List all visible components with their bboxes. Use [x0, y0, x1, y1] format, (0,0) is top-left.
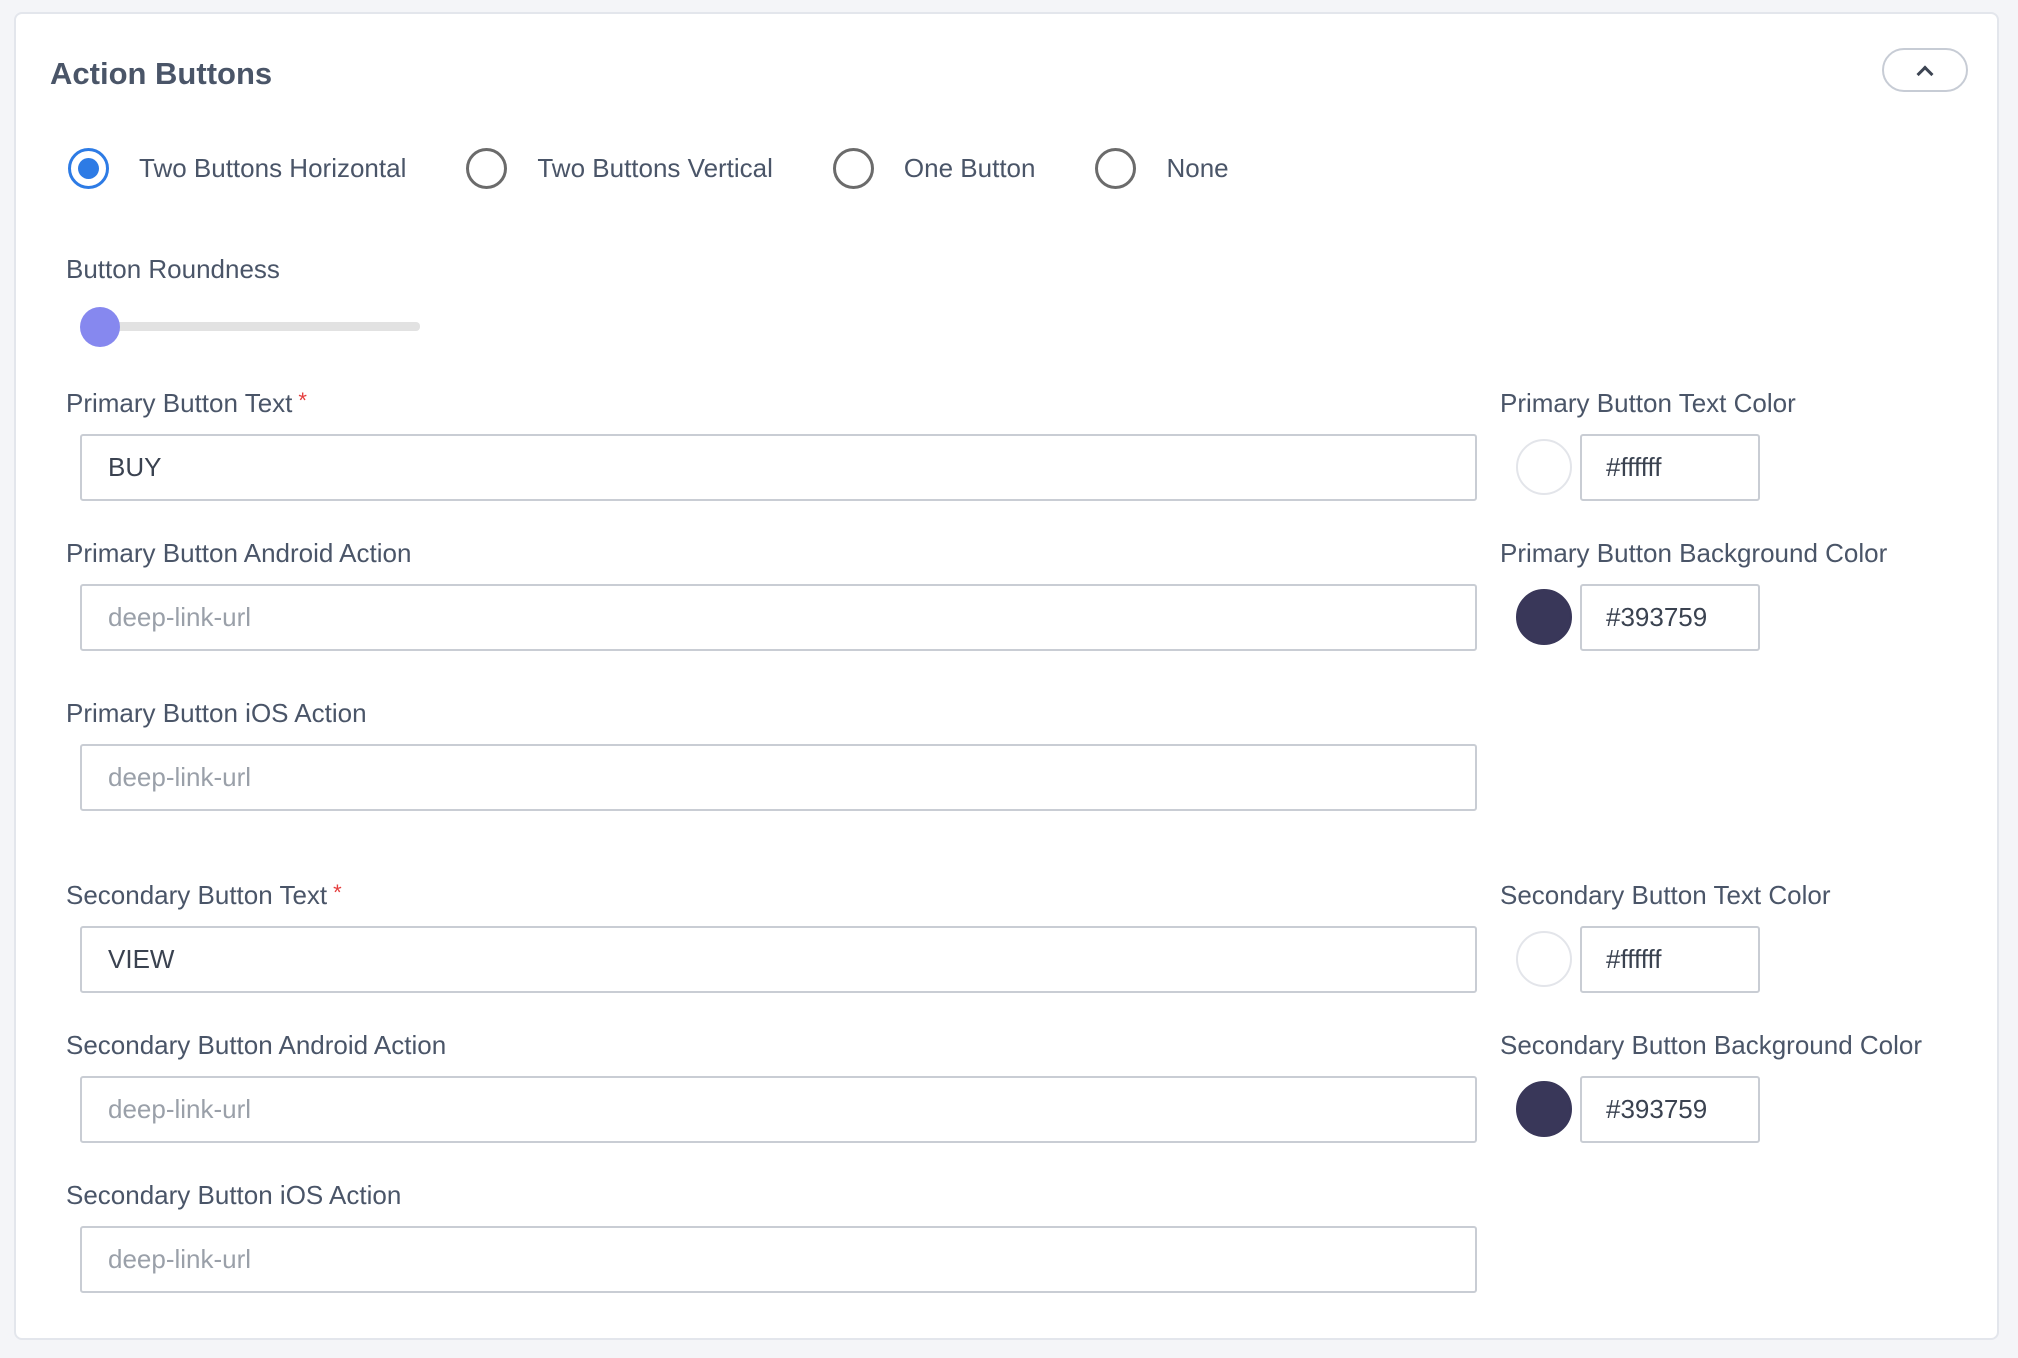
radio-circle[interactable] — [832, 147, 874, 189]
action-buttons-panel: Action Buttons Two Buttons Horizontal Tw… — [14, 12, 1999, 1340]
required-mark: * — [298, 388, 307, 413]
primary-text-input[interactable] — [80, 434, 1477, 501]
roundness-slider-track[interactable] — [96, 322, 420, 331]
radio-circle[interactable] — [1095, 147, 1137, 189]
primary-bg-color-swatch[interactable] — [1516, 589, 1572, 645]
secondary-bg-color-input[interactable] — [1580, 1076, 1760, 1143]
primary-text-color-swatch[interactable] — [1516, 439, 1572, 495]
chevron-up-icon — [1916, 65, 1934, 82]
primary-android-input[interactable] — [80, 584, 1477, 651]
required-mark: * — [333, 880, 342, 905]
secondary-android-input[interactable] — [80, 1076, 1477, 1143]
radio-label: One Button — [903, 152, 1036, 183]
secondary-text-input[interactable] — [80, 926, 1477, 993]
secondary-ios-input[interactable] — [80, 1226, 1477, 1293]
primary-ios-input[interactable] — [80, 744, 1477, 811]
radio-label: Two Buttons Vertical — [537, 152, 773, 183]
primary-text-color-label: Primary Button Text Color — [1500, 388, 1796, 418]
roundness-label: Button Roundness — [66, 254, 280, 284]
panel-title: Action Buttons — [50, 56, 273, 91]
primary-text-color-input[interactable] — [1580, 434, 1760, 501]
secondary-text-color-input[interactable] — [1580, 926, 1760, 993]
secondary-android-label: Secondary Button Android Action — [66, 1030, 447, 1060]
secondary-ios-label: Secondary Button iOS Action — [66, 1180, 402, 1210]
primary-text-label-text: Primary Button Text — [66, 388, 293, 418]
secondary-bg-color-swatch[interactable] — [1516, 1081, 1572, 1137]
button-layout-radio-group: Two Buttons Horizontal Two Buttons Verti… — [68, 146, 1229, 190]
secondary-text-label: Secondary Button Text * — [66, 880, 342, 911]
primary-text-label: Primary Button Text * — [66, 388, 307, 419]
primary-bg-color-label: Primary Button Background Color — [1500, 538, 1888, 568]
primary-ios-label: Primary Button iOS Action — [66, 698, 367, 728]
radio-label: None — [1166, 152, 1229, 183]
primary-android-label: Primary Button Android Action — [66, 538, 412, 568]
radio-label: Two Buttons Horizontal — [139, 152, 407, 183]
secondary-bg-color-label: Secondary Button Background Color — [1500, 1030, 1923, 1060]
secondary-text-color-swatch[interactable] — [1516, 931, 1572, 987]
radio-two-buttons-horizontal[interactable]: Two Buttons Horizontal — [68, 147, 407, 189]
primary-bg-color-input[interactable] — [1580, 584, 1760, 651]
roundness-slider-thumb[interactable] — [80, 307, 120, 347]
radio-two-buttons-vertical[interactable]: Two Buttons Vertical — [466, 147, 773, 189]
secondary-text-color-label: Secondary Button Text Color — [1500, 880, 1831, 910]
radio-circle[interactable] — [68, 147, 109, 189]
secondary-text-label-text: Secondary Button Text — [66, 880, 328, 910]
radio-one-button[interactable]: One Button — [832, 147, 1036, 189]
radio-circle[interactable] — [466, 147, 508, 189]
radio-none[interactable]: None — [1095, 147, 1229, 189]
collapse-button[interactable] — [1882, 48, 1968, 92]
